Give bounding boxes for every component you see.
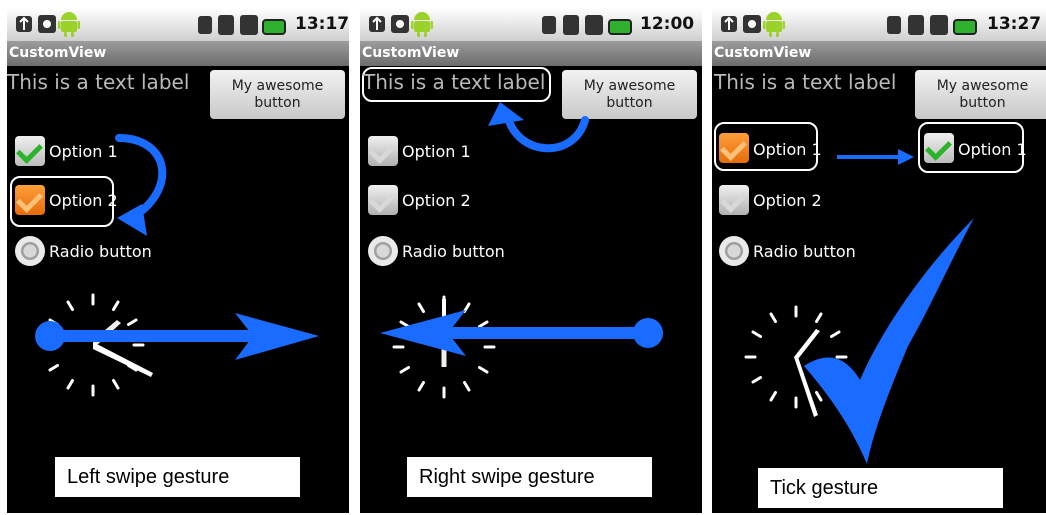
swipe-arrow-icon (380, 310, 663, 356)
gesture-overlay (744, 149, 974, 464)
screen-right-swipe: 12:00 CustomView This is a text label My… (360, 8, 702, 513)
curved-arrow-icon (504, 114, 589, 153)
gesture-overlay (35, 134, 319, 397)
gesture-caption: Right swipe gesture (407, 457, 652, 497)
swipe-arrow-icon (35, 313, 319, 360)
screen-left-swipe: 13:17 CustomView This is a text label My… (7, 8, 349, 513)
gesture-caption: Tick gesture (758, 468, 1003, 508)
tick-mark-icon (804, 218, 974, 464)
gesture-overlay (380, 102, 663, 399)
curved-arrow-icon (115, 134, 167, 220)
gesture-caption: Left swipe gesture (55, 457, 300, 497)
screen-tick: 13:27 CustomView This is a text label My… (712, 8, 1046, 513)
right-arrow-icon (837, 149, 914, 165)
